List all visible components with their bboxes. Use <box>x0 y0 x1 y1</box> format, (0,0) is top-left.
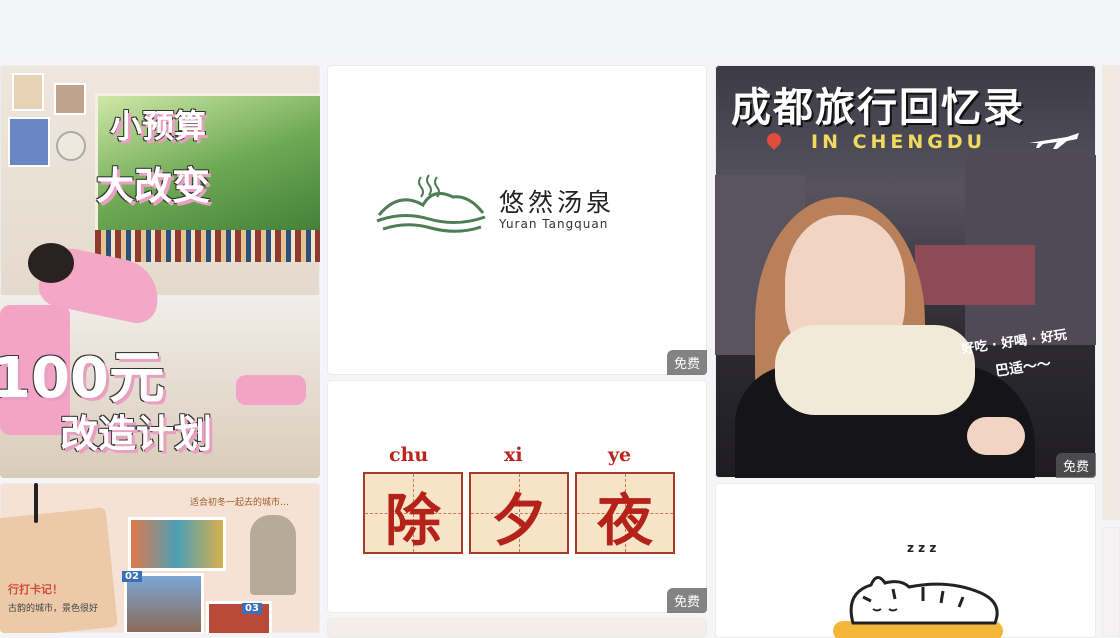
tag-string <box>34 483 38 523</box>
template-card-room-makeover[interactable]: 小预算 大改变 100元 改造计划 <box>0 65 320 478</box>
template-card-sleeping-cat[interactable]: z z z <box>715 483 1096 638</box>
travel-photo <box>206 601 272 633</box>
wall-photo <box>12 73 44 111</box>
brand-name-cn: 悠然汤泉 <box>499 188 616 217</box>
character-box: 除 <box>363 472 463 554</box>
template-card-partial[interactable] <box>1102 65 1120 520</box>
pinyin-label: xi <box>504 444 523 466</box>
template-card-partial[interactable] <box>1102 527 1120 637</box>
hanzi: 除 <box>385 488 441 554</box>
statue-photo <box>250 515 296 595</box>
top-bar <box>0 0 1120 62</box>
card-text-line3: 100元 <box>0 346 165 411</box>
template-card-travel[interactable]: 行打卡记！ 古韵的城市，景色很好 适合初冬一起去的城市… 02 03 <box>0 483 320 633</box>
character-box: 夕 <box>469 472 569 554</box>
template-card-partial[interactable] <box>327 618 707 638</box>
bookshelf <box>95 230 320 262</box>
person-hair <box>28 243 74 283</box>
card-title: 成都旅行回忆录 <box>731 85 1025 131</box>
character-box: 夜 <box>575 472 675 554</box>
hanzi: 夜 <box>597 488 653 554</box>
travel-photo <box>128 517 226 571</box>
card-text-line2: 大改变 <box>96 164 211 208</box>
hanzi: 夕 <box>491 488 547 554</box>
photo-number: 03 <box>242 603 262 614</box>
airplane-icon <box>1029 133 1079 149</box>
wall-poster <box>8 117 50 167</box>
photo-number: 02 <box>122 571 142 582</box>
pink-highlight <box>236 375 306 405</box>
handwritten-title: 行打卡记！ <box>8 583 63 596</box>
brand-name-en: Yuran Tangquan <box>499 217 609 231</box>
template-card-chuxiye[interactable]: chu xi ye 除 夕 夜 免费 <box>327 380 707 613</box>
pinyin-label: chu <box>389 444 429 466</box>
template-card-chengdu[interactable]: 成都旅行回忆录 IN CHENGDU 好吃 · 好喝 · 好玩 巴适～～ 免费 <box>715 65 1096 478</box>
card-subtitle: IN CHENGDU <box>811 131 987 153</box>
sleeping-cat-icon <box>833 576 1003 638</box>
kraft-tag <box>0 507 118 633</box>
hot-spring-logo-icon <box>376 174 486 233</box>
template-grid: 小预算 大改变 100元 改造计划 悠然汤泉 Yuran Tangquan 免费… <box>0 62 1120 638</box>
template-card-logo[interactable]: 悠然汤泉 Yuran Tangquan 免费 <box>327 65 707 375</box>
free-badge: 免费 <box>666 588 707 613</box>
street-building <box>915 245 1035 305</box>
card-tag: 巴适～～ <box>994 356 1052 380</box>
handwritten-note: 古韵的城市，景色很好 <box>8 604 99 614</box>
travel-photo <box>124 573 204 633</box>
pinyin-label: ye <box>608 444 632 466</box>
free-badge: 免费 <box>666 350 707 375</box>
wall-clock <box>56 131 86 161</box>
card-text-line1: 小预算 <box>110 107 207 145</box>
card-text-line4: 改造计划 <box>60 412 213 456</box>
location-pin-icon <box>764 130 784 150</box>
free-badge: 免费 <box>1055 453 1096 478</box>
wall-photo <box>54 83 86 115</box>
zzz-text: z z z <box>907 541 937 555</box>
person-hand <box>967 417 1025 455</box>
person-scarf <box>775 325 975 415</box>
top-note: 适合初冬一起去的城市… <box>190 498 290 508</box>
